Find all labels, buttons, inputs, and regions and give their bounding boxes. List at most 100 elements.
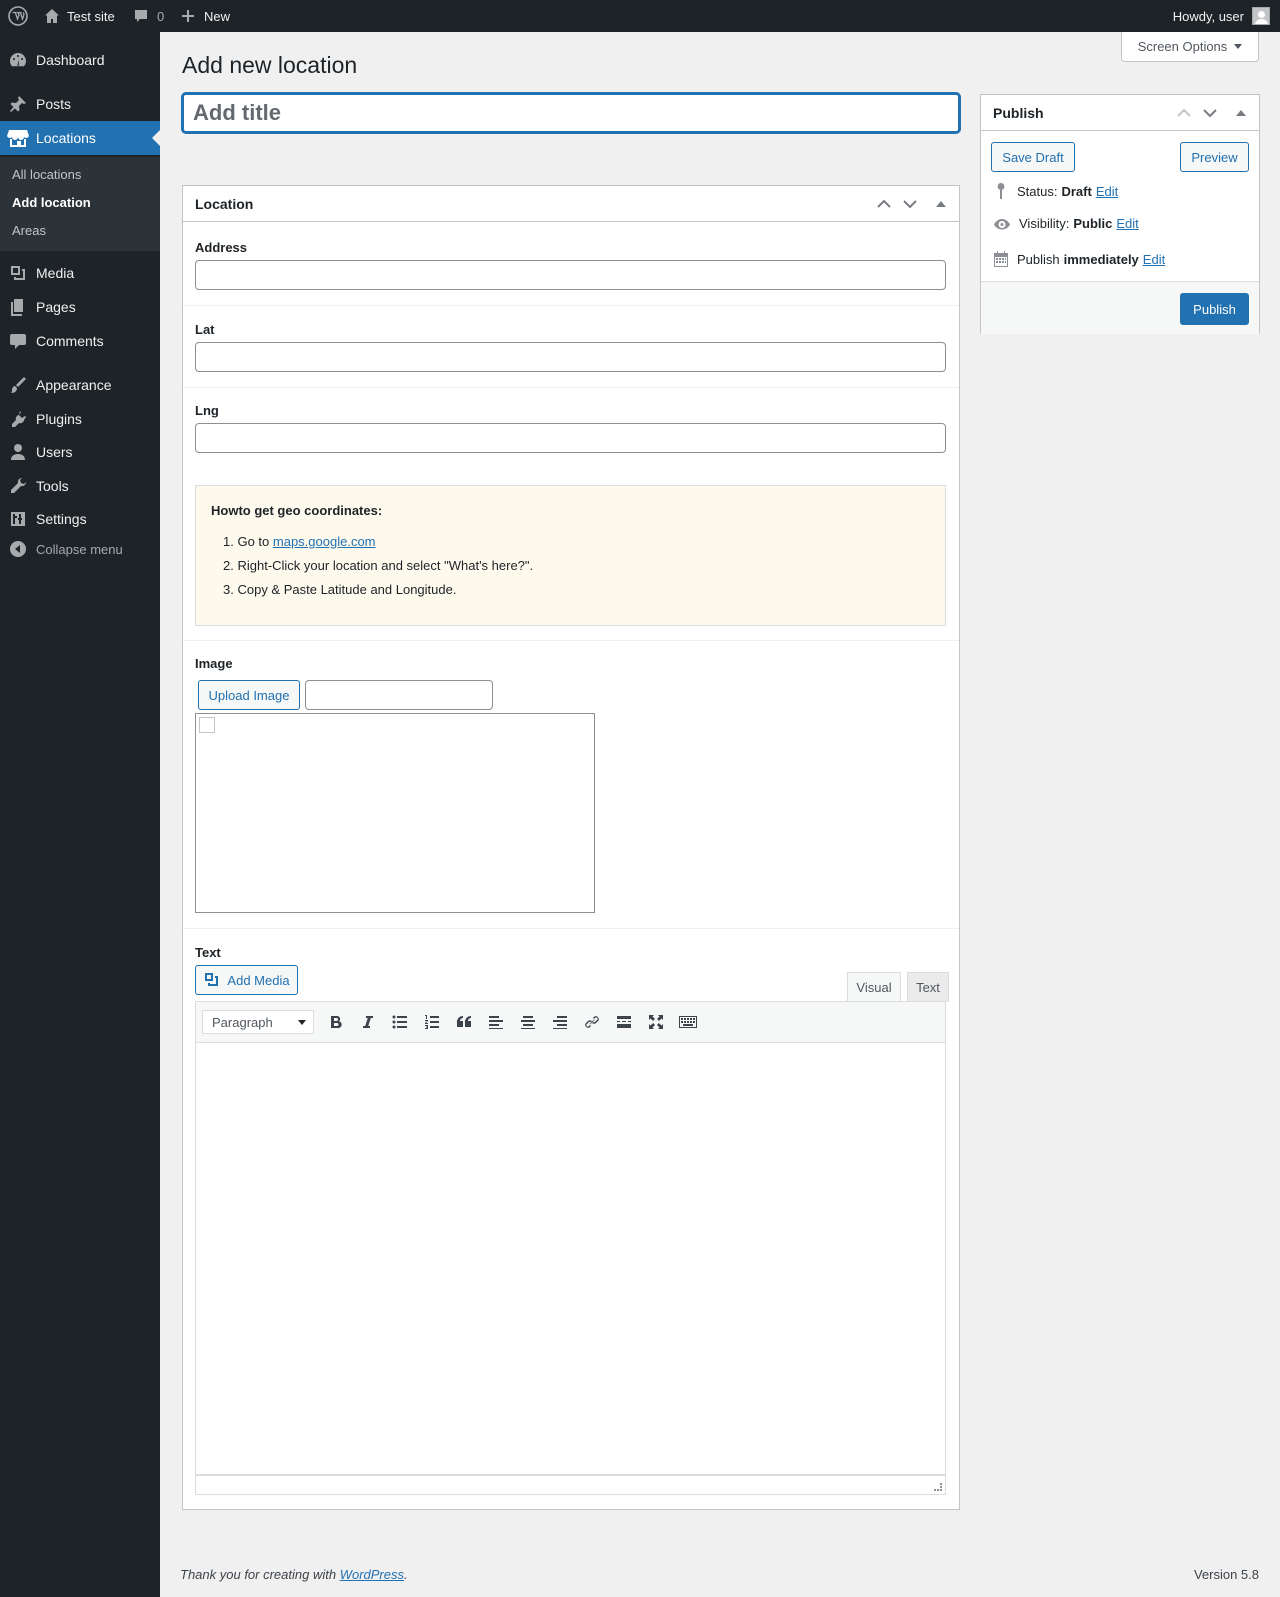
- align-center-icon[interactable]: [512, 1007, 544, 1037]
- pin-icon: [0, 94, 36, 114]
- visibility-edit-link[interactable]: Edit: [1116, 216, 1138, 231]
- align-left-icon[interactable]: [480, 1007, 512, 1037]
- tab-visual[interactable]: Visual: [847, 972, 901, 1002]
- sidebar-item-pages[interactable]: Pages: [0, 290, 160, 324]
- sidebar-item-media[interactable]: Media: [0, 256, 160, 290]
- new-content-link[interactable]: New: [181, 0, 230, 32]
- format-select[interactable]: Paragraph: [202, 1010, 314, 1034]
- publish-metabox-title: Publish: [993, 104, 1044, 121]
- sidebar-item-dashboard[interactable]: Dashboard: [0, 43, 160, 77]
- sidebar-item-label: Locations: [36, 130, 96, 146]
- submenu-add-location[interactable]: Add location: [12, 195, 91, 210]
- sidebar-item-locations[interactable]: Locations: [0, 121, 160, 155]
- footer-text: Thank you for creating with: [180, 1567, 340, 1582]
- lat-input[interactable]: [195, 342, 946, 372]
- toggle-panel-icon[interactable]: [1231, 103, 1251, 123]
- schedule-edit-link[interactable]: Edit: [1143, 252, 1165, 267]
- image-url-input[interactable]: [305, 680, 493, 710]
- editor-toolbar: Paragraph: [195, 1001, 946, 1043]
- calendar-icon: [994, 251, 1008, 267]
- add-media-button[interactable]: Add Media: [195, 965, 298, 995]
- wrench-icon: [0, 476, 36, 496]
- schedule-value: immediately: [1063, 251, 1139, 267]
- wordpress-link[interactable]: WordPress: [340, 1567, 404, 1582]
- step-number: 2.: [223, 558, 234, 573]
- text-label: Text: [195, 945, 221, 960]
- italic-icon[interactable]: [352, 1007, 384, 1037]
- screen-options-button[interactable]: Screen Options: [1121, 32, 1259, 62]
- publish-metabox-header: Publish: [981, 95, 1259, 131]
- sidebar-item-plugins[interactable]: Plugins: [0, 402, 160, 436]
- media-icon: [0, 263, 36, 283]
- toggle-panel-icon[interactable]: [931, 194, 951, 214]
- admin-bar: Test site 0 New Howdy, user: [0, 0, 1280, 32]
- media-icon: [205, 973, 219, 986]
- admin-sidebar: Dashboard Posts Locations All locations …: [0, 32, 160, 1597]
- wordpress-logo-icon[interactable]: [6, 0, 30, 32]
- footer-thankyou: Thank you for creating with WordPress.: [180, 1567, 408, 1582]
- fullscreen-icon[interactable]: [640, 1007, 672, 1037]
- sidebar-item-label: Dashboard: [36, 52, 105, 68]
- sidebar-item-appearance[interactable]: Appearance: [0, 368, 160, 402]
- numbered-list-icon[interactable]: [416, 1007, 448, 1037]
- sidebar-item-tools[interactable]: Tools: [0, 469, 160, 503]
- sidebar-item-label: Appearance: [36, 377, 112, 393]
- upload-image-button[interactable]: Upload Image: [198, 680, 300, 710]
- publish-button[interactable]: Publish: [1180, 293, 1249, 325]
- sidebar-item-label: Plugins: [36, 411, 82, 427]
- sidebar-item-users[interactable]: Users: [0, 435, 160, 469]
- lat-label: Lat: [195, 322, 215, 337]
- blockquote-icon[interactable]: [448, 1007, 480, 1037]
- google-maps-link[interactable]: maps.google.com: [273, 534, 376, 549]
- sidebar-item-label: Pages: [36, 299, 76, 315]
- caret-down-icon: [1234, 44, 1243, 49]
- howto-notice: Howto get geo coordinates: 1. Go to maps…: [195, 485, 946, 626]
- rich-text-editor[interactable]: [195, 1043, 946, 1475]
- my-account-link[interactable]: Howdy, user: [1173, 0, 1270, 32]
- brush-icon: [0, 375, 36, 395]
- locations-submenu: All locations Add location Areas: [0, 157, 160, 251]
- schedule-label: Publish: [1017, 251, 1060, 267]
- lng-input[interactable]: [195, 423, 946, 453]
- address-input[interactable]: [195, 260, 946, 290]
- link-icon[interactable]: [576, 1007, 608, 1037]
- preview-button[interactable]: Preview: [1180, 142, 1249, 172]
- sidebar-item-comments[interactable]: Comments: [0, 324, 160, 358]
- keyboard-icon[interactable]: [672, 1007, 704, 1037]
- home-icon: [45, 9, 59, 23]
- plus-icon: [182, 10, 194, 22]
- publish-metabox: Publish Save Draft Preview Status: Draft E…: [980, 94, 1260, 334]
- sidebar-item-posts[interactable]: Posts: [0, 87, 160, 121]
- move-down-icon[interactable]: [900, 194, 920, 214]
- submenu-all-locations[interactable]: All locations: [12, 167, 81, 182]
- avatar: [1252, 7, 1270, 25]
- read-more-icon[interactable]: [608, 1007, 640, 1037]
- title-input[interactable]: [182, 93, 960, 133]
- bold-icon[interactable]: [320, 1007, 352, 1037]
- resize-handle-icon[interactable]: [934, 1483, 942, 1491]
- footer-period: .: [404, 1567, 408, 1582]
- howto-title: Howto get geo coordinates:: [211, 503, 383, 518]
- submenu-areas[interactable]: Areas: [12, 223, 46, 238]
- move-up-icon[interactable]: [1174, 103, 1194, 123]
- sidebar-item-settings[interactable]: Settings: [0, 502, 160, 536]
- settings-icon: [0, 509, 36, 529]
- align-right-icon[interactable]: [544, 1007, 576, 1037]
- sidebar-item-label: Tools: [36, 478, 69, 494]
- footer-version: Version 5.8: [1193, 1567, 1259, 1582]
- tab-text[interactable]: Text: [907, 972, 949, 1002]
- howto-step: 1. Go to maps.google.com: [223, 534, 376, 549]
- pages-icon: [0, 297, 36, 317]
- sidebar-item-label: Posts: [36, 96, 72, 112]
- status-edit-link[interactable]: Edit: [1096, 184, 1118, 199]
- bullet-list-icon[interactable]: [384, 1007, 416, 1037]
- site-name-link[interactable]: Test site: [44, 0, 115, 32]
- move-up-icon[interactable]: [874, 194, 894, 214]
- save-draft-button[interactable]: Save Draft: [991, 142, 1075, 172]
- move-down-icon[interactable]: [1200, 103, 1220, 123]
- collapse-icon: [0, 540, 36, 558]
- page-title: Add new location: [182, 52, 358, 78]
- visibility-label: Visibility:: [1019, 216, 1070, 231]
- collapse-menu-button[interactable]: Collapse menu: [0, 533, 160, 565]
- comments-link[interactable]: 0: [133, 0, 164, 32]
